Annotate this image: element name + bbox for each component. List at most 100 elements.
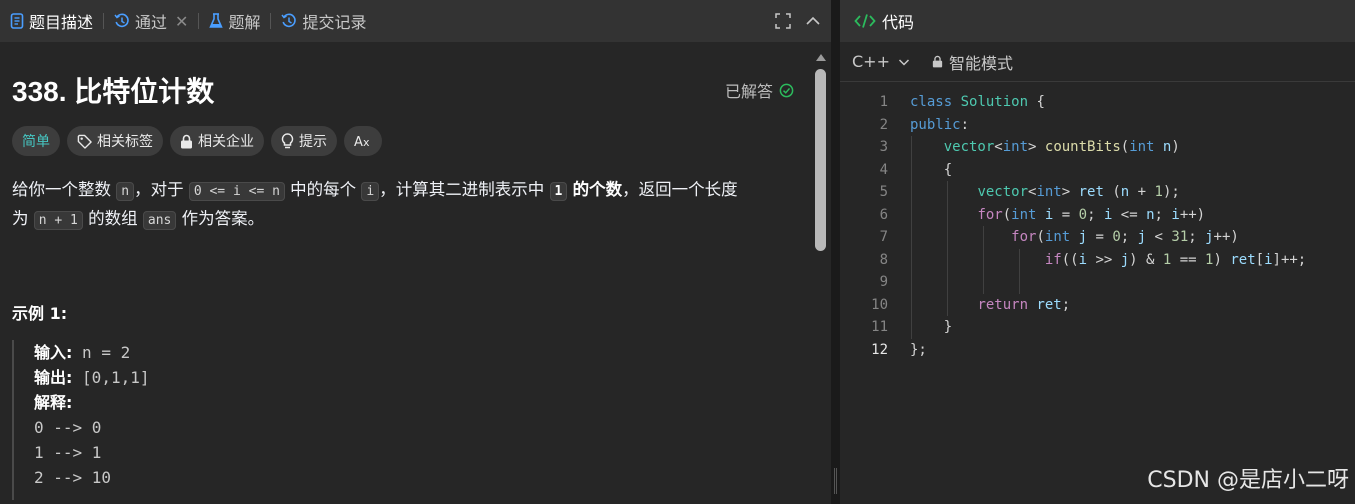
line-number: 6 (879, 206, 888, 223)
line-number: 1 (879, 94, 888, 110)
code-text: { (910, 161, 953, 178)
translate-icon: Ax (354, 135, 370, 149)
history-icon (281, 13, 297, 28)
inline-code: n (116, 182, 135, 201)
watermark: CSDN @是店小二呀 (1147, 468, 1349, 493)
document-icon (10, 13, 24, 29)
related-tags-label: 相关标签 (97, 134, 153, 150)
smart-mode-toggle[interactable]: 智能模式 (932, 50, 1013, 74)
inline-code: n + 1 (33, 211, 83, 230)
desc-text: 作为答案。 (181, 209, 265, 228)
tab-records-label: 提交记录 (302, 13, 367, 32)
inline-code: i (361, 182, 380, 201)
code-editor[interactable]: 1 class Solution { 2 public: 3 vector<int>… (840, 91, 1355, 361)
difficulty-badge[interactable]: 简单 (12, 126, 60, 156)
code-line: 9 (840, 271, 1355, 294)
line-number: 9 (879, 274, 888, 290)
close-icon[interactable]: ✕ (175, 12, 188, 31)
fullscreen-icon[interactable] (775, 13, 791, 29)
code-text: vector<int> ret (n + 1); (977, 184, 1180, 200)
code-line: 5 vector<int> ret (n + 1); (840, 181, 1355, 204)
code-text: if((i >> j) & 1 == 1) ret[i]++; (1044, 251, 1307, 268)
example-title: 示例 1: (12, 304, 68, 323)
line-number: 8 (879, 251, 888, 268)
tab-solutions[interactable]: 题解 (203, 0, 266, 42)
title-row: 338. 比特位计数 已解答 (12, 70, 802, 110)
code-line: 7 for(int j = 0; j < 31; j++) (840, 226, 1355, 249)
code-text: for(int i = 0; i <= n; i++) (977, 206, 1206, 223)
history-icon (114, 13, 129, 28)
language-select[interactable]: C++ (852, 52, 910, 71)
panel-resizer[interactable] (831, 0, 840, 504)
scroll-up-arrow-icon[interactable] (816, 54, 826, 61)
example-input: 输入: n = 2 (34, 340, 792, 365)
related-tags-button[interactable]: 相关标签 (67, 126, 163, 156)
desc-text: ，返回一个长度 (622, 180, 738, 199)
panel-actions (775, 0, 821, 42)
hint-button[interactable]: 提示 (271, 126, 337, 156)
output-value: [0,1,1] (82, 368, 150, 387)
solved-label: 已解答 (724, 82, 773, 101)
code-line: 1 class Solution { (840, 91, 1355, 114)
example-explain: 解释: (34, 390, 792, 415)
scrollbar-thumb[interactable] (815, 69, 826, 251)
input-label: 输入: (34, 343, 73, 362)
hint-label: 提示 (299, 134, 327, 150)
companies-label: 相关企业 (198, 134, 254, 150)
line-number-current: 12 (871, 341, 888, 358)
tab-separator (270, 13, 272, 29)
explain-label: 解释: (34, 393, 73, 412)
code-text: }; (910, 341, 927, 358)
line-number: 5 (879, 184, 888, 200)
code-panel: 代码 C++ 智能模式 1 class Solution { 2 public: 3… (840, 0, 1355, 504)
resize-grip-icon[interactable] (834, 468, 837, 494)
code-line: 12}; (840, 339, 1355, 362)
line-number: 10 (871, 296, 888, 313)
line-number: 2 (879, 116, 888, 133)
language-label: C++ (852, 52, 890, 71)
example-block: 输入: n = 2 输出: [0,1,1] 解释: 0 --> 0 1 --> … (12, 340, 792, 500)
lock-icon (932, 55, 943, 68)
code-line: 11 } (840, 316, 1355, 339)
tab-separator (198, 13, 200, 29)
tab-submission-result[interactable]: 通过 ✕ (108, 0, 194, 42)
tab-description[interactable]: 题目描述 (4, 0, 99, 42)
explain-line: 0 --> 0 (34, 418, 102, 437)
tab-submission-label: 通过 (135, 13, 168, 32)
code-text: } (910, 319, 953, 335)
desc-text: ，计算其二进制表示中 (379, 180, 545, 199)
difficulty-label: 简单 (22, 134, 50, 150)
chevron-up-icon[interactable] (805, 13, 821, 29)
explain-line: 2 --> 10 (34, 468, 112, 487)
indent-guide (911, 271, 912, 294)
line-number: 3 (879, 139, 888, 155)
mode-label: 智能模式 (948, 53, 1013, 73)
problem-panel: 题目描述 通过 ✕ 题解 提交记录 338. 比特位计数 已解答 简单 相关标签… (0, 0, 831, 504)
code-line: 4 { (840, 158, 1355, 181)
inline-code: ans (142, 211, 177, 230)
chevron-down-icon (898, 58, 910, 66)
inline-code: 0 <= i <= n (188, 182, 285, 201)
tag-icon (77, 134, 92, 149)
svg-text:A: A (354, 135, 363, 149)
tab-description-label: 题目描述 (29, 13, 94, 32)
tab-separator (103, 13, 105, 29)
svg-text:x: x (363, 136, 370, 149)
line-number: 11 (871, 319, 888, 335)
code-text: class Solution { (910, 94, 1045, 110)
code-text: public: (910, 116, 970, 133)
companies-button[interactable]: 相关企业 (170, 126, 264, 156)
inline-code-bold: 1 (549, 182, 568, 201)
editor-toolbar: C++ 智能模式 (840, 42, 1355, 82)
code-text: vector<int> countBits(int n) (943, 139, 1180, 155)
lock-icon (181, 134, 192, 148)
code-line: 8 if((i >> j) & 1 == 1) ret[i]++; (840, 248, 1355, 271)
tab-code-label: 代码 (882, 13, 915, 32)
tab-records[interactable]: 提交记录 (275, 0, 372, 42)
left-tab-bar: 题目描述 通过 ✕ 题解 提交记录 (0, 0, 831, 42)
indent-guide (947, 271, 948, 294)
solved-status: 已解答 (725, 78, 794, 102)
tab-code[interactable]: 代码 (840, 0, 1355, 42)
translate-button[interactable]: Ax (344, 126, 382, 156)
tab-solutions-label: 题解 (228, 13, 261, 32)
